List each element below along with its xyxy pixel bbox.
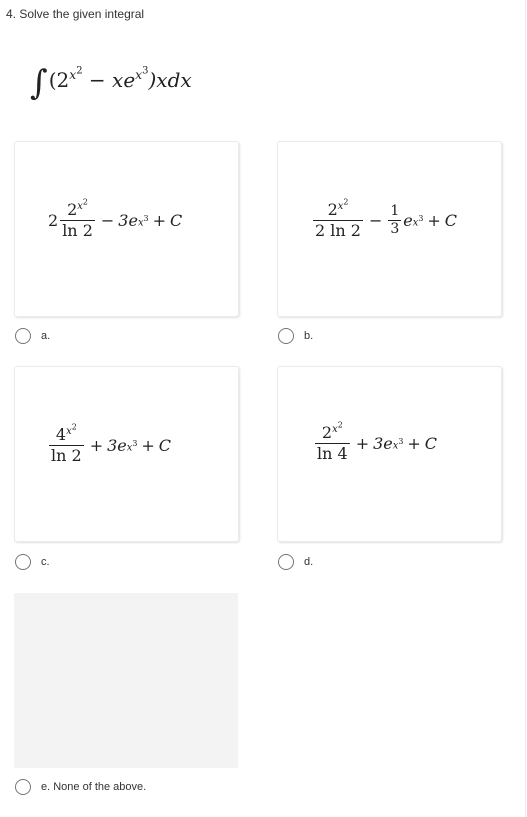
integral-minus: − [82,68,113,92]
fraction: 2x2 2 ln 2 [313,198,363,240]
fraction: 2x2 ln 4 [315,421,350,463]
term-exp-pow: 3 [398,436,404,446]
fraction: 2x2 ln 2 [60,198,95,240]
denominator: ln 2 [60,219,95,240]
operator: − [368,211,383,231]
num-base: 2 [327,200,338,219]
option-b-image[interactable]: 2x2 2 ln 2 − 1 3 e x3 + C [277,141,502,317]
num-exp-pow: 2 [343,197,349,207]
radio-button-e[interactable] [15,779,31,795]
num-exp-pow: 2 [337,420,343,430]
denominator: ln 2 [49,444,84,465]
option-b-expression: 2x2 2 ln 2 − 1 3 e x3 + C [311,198,458,240]
operator: + [141,436,155,456]
fraction: 4x2 ln 2 [49,423,84,465]
term: e [403,211,413,231]
integral-close: )xdx [148,68,192,92]
num-exp-pow: 2 [82,197,88,207]
page-edge-divider [525,0,526,817]
denominator: 3 [388,219,402,237]
constant: C [158,436,172,456]
operator: + [427,211,441,231]
term-exp-pow: 3 [132,438,138,448]
numerator: 4x2 [54,423,79,445]
option-a[interactable]: a. [15,328,50,344]
integral-xe: xe [112,68,136,92]
option-e-placeholder-image [14,593,238,768]
option-b[interactable]: b. [278,328,313,344]
option-b-label: b. [304,330,314,342]
denominator: 2 ln 2 [313,219,363,240]
term: 3e [107,436,127,456]
operator: + [89,436,104,456]
integral-expression: ∫(2x2 − xex3)xdx [30,56,192,103]
option-a-image[interactable]: 2 2x2 ln 2 − 3e x3 + C [14,141,239,317]
numerator: 2x2 [320,421,345,443]
option-a-expression: 2 2x2 ln 2 − 3e x3 + C [48,198,183,240]
operator: + [355,434,370,454]
numerator: 2x2 [326,198,351,220]
option-e-label: e. None of the above. [41,781,147,793]
integral-sign: ∫ [30,63,48,103]
option-d[interactable]: d. [278,554,313,570]
integral-open: (2 [48,68,70,92]
option-c-expression: 4x2 ln 2 + 3e x3 + C [47,423,172,465]
coefficient: 2 [48,211,59,231]
operator: − [100,211,115,231]
constant: C [169,211,183,231]
denominator: ln 4 [315,442,350,463]
fraction-one-third: 1 3 [388,203,402,237]
operator: + [152,211,166,231]
num-base: 4 [55,425,67,444]
constant: C [424,434,438,454]
radio-button-a[interactable] [15,328,31,344]
operator: + [407,434,421,454]
term-exp-pow: 3 [143,213,149,223]
option-a-label: a. [41,330,51,342]
numerator: 2x2 [65,198,90,220]
radio-button-d[interactable] [278,554,294,570]
option-e[interactable]: e. None of the above. [15,779,146,795]
option-d-expression: 2x2 ln 4 + 3e x3 + C [313,421,438,463]
term: 3e [373,434,393,454]
option-d-label: d. [304,556,314,568]
constant: C [444,211,458,231]
term-exp-pow: 3 [418,213,424,223]
option-d-image[interactable]: 2x2 ln 4 + 3e x3 + C [277,366,502,542]
num-base: 2 [321,423,333,442]
radio-button-b[interactable] [278,328,294,344]
question-title: 4. Solve the given integral [6,7,145,21]
numerator: 1 [390,203,400,220]
radio-button-c[interactable] [15,554,31,570]
option-c[interactable]: c. [15,554,50,570]
option-c-image[interactable]: 4x2 ln 2 + 3e x3 + C [14,366,239,542]
term: 3e [118,211,138,231]
option-c-label: c. [41,556,50,568]
num-exp-pow: 2 [71,422,77,432]
num-base: 2 [67,200,78,219]
